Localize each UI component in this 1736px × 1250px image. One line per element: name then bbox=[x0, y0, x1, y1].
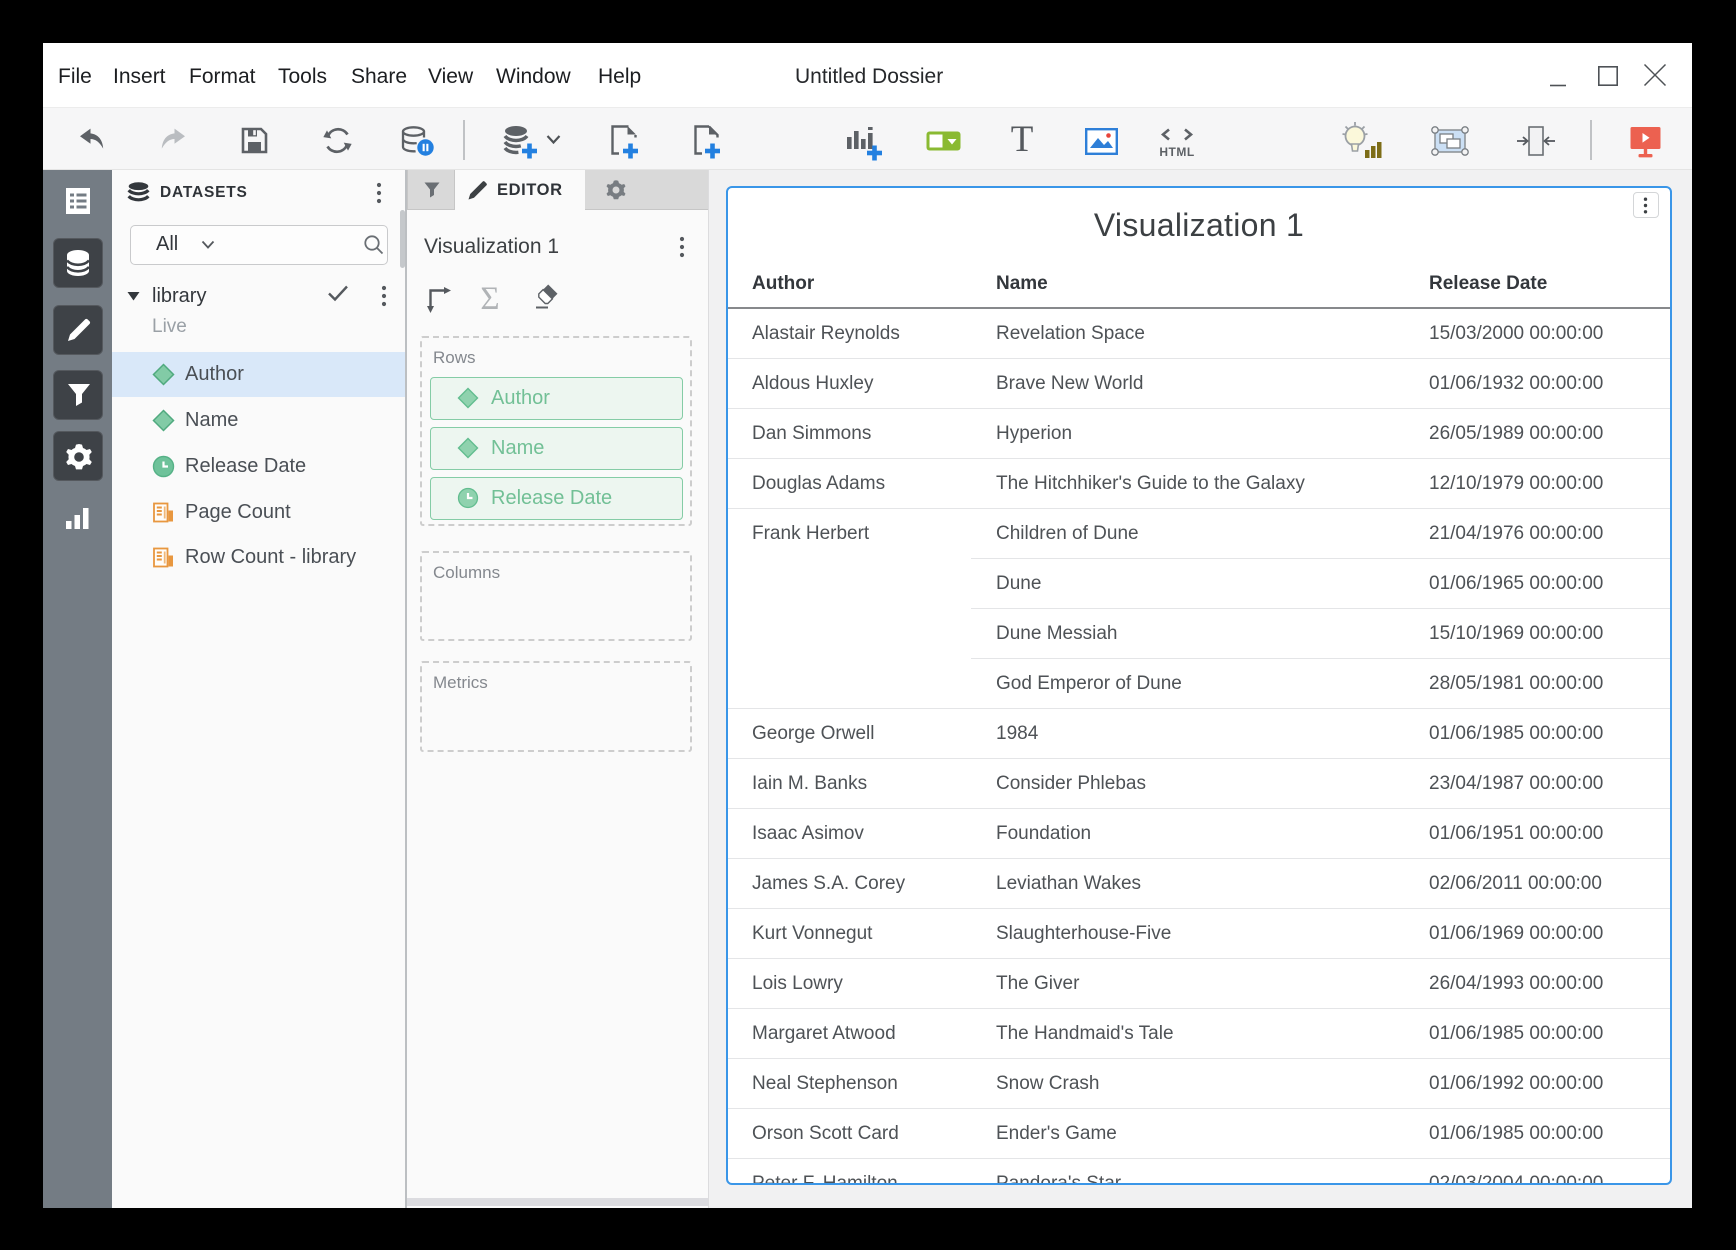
svg-text:HTML: HTML bbox=[1160, 145, 1195, 158]
